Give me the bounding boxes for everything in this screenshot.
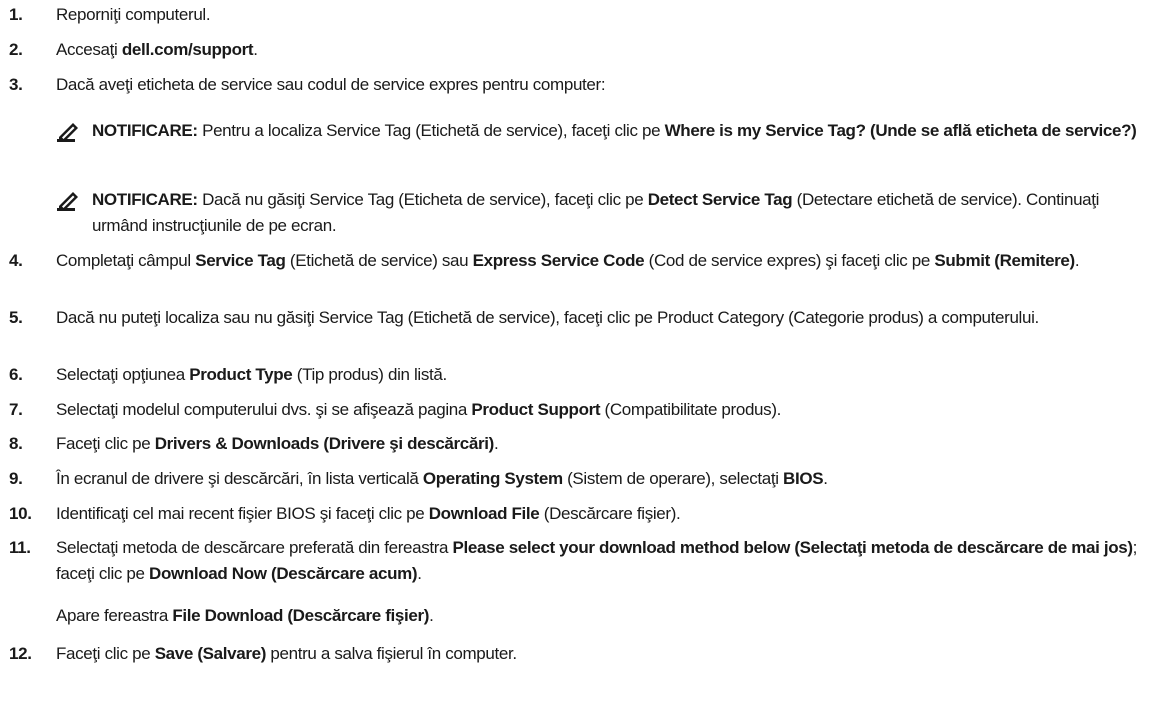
text-run: Faceţi clic pe [56, 434, 155, 453]
bold-text-run: Save (Salvare) [154, 644, 267, 663]
note-text: NOTIFICARE: Pentru a localiza Service Ta… [92, 118, 1156, 144]
step-text: Completaţi câmpul Service Tag (Etichetă … [56, 248, 1165, 274]
pencil-note-icon [57, 192, 78, 211]
text-run: Selectaţi opţiunea [56, 365, 190, 384]
bold-text-run: Express Service Code [472, 251, 645, 270]
text-run: Pentru a localiza Service Tag (Etichetă … [197, 121, 665, 140]
text-run: În ecranul de drivere şi descărcări, în … [56, 469, 423, 488]
note-text: NOTIFICARE: Dacă nu găsiţi Service Tag (… [92, 187, 1156, 239]
step-number: 9. [9, 469, 23, 488]
text-run: . [493, 434, 499, 453]
text-run: (Tip produs) din listă. [292, 365, 447, 384]
step-text: În ecranul de drivere şi descărcări, în … [56, 466, 1165, 492]
bold-text-run: Detect Service Tag [647, 190, 793, 209]
text-run: Completaţi câmpul [56, 251, 196, 270]
text-run: Dacă nu găsiţi Service Tag (Eticheta de … [197, 190, 648, 209]
text-run: . [429, 606, 434, 625]
step-number: 5. [9, 308, 23, 327]
text-run: Dacă aveţi eticheta de service sau codul… [56, 75, 606, 94]
text-run: Identificaţi cel mai recent fişier BIOS … [56, 504, 429, 523]
bold-text-run: Product Support [471, 400, 601, 419]
step-text: Accesaţi dell.com/support. [56, 37, 1165, 63]
step-number: 8. [9, 434, 23, 453]
step-number: 11. [9, 538, 31, 557]
step-text: Selectaţi opţiunea Product Type (Tip pro… [56, 362, 1165, 388]
note-block: NOTIFICARE: Dacă nu găsiţi Service Tag (… [56, 187, 1156, 239]
text-run: Dacă nu puteţi localiza sau nu găsiţi Se… [56, 308, 1039, 327]
step-text: Faceţi clic pe Drivers & Downloads (Driv… [56, 431, 1165, 457]
step-number: 2. [9, 40, 23, 59]
text-run: (Cod de service expres) şi faceţi clic p… [644, 251, 935, 270]
step-text: Reporniţi computerul. [56, 2, 1165, 28]
bold-text-run: dell.com/support [121, 40, 254, 59]
bold-text-run: NOTIFICARE: [92, 190, 198, 209]
text-run: Selectaţi modelul computerului dvs. şi s… [56, 400, 472, 419]
instructions-page: 1. Reporniţi computerul. 2. Accesaţi del… [0, 0, 1170, 721]
step-text: Dacă nu puteţi localiza sau nu găsiţi Se… [56, 305, 1165, 331]
step-number: 4. [9, 251, 23, 270]
bold-text-run: Where is my Service Tag? (Unde se află e… [664, 121, 1137, 140]
bold-text-run: BIOS [783, 469, 824, 488]
text-run: . [417, 564, 422, 583]
step-number: 6. [9, 365, 23, 384]
text-run: . [253, 40, 258, 59]
step-followup-text: Apare fereastra File Download (Descărcar… [56, 603, 434, 629]
step-number: 12. [9, 644, 32, 663]
bold-text-run: Download File [428, 504, 540, 523]
text-run: pentru a salva fişierul în computer. [266, 644, 517, 663]
bold-text-run: Operating System [422, 469, 563, 488]
bold-text-run: File Download (Descărcare fişier) [172, 606, 430, 625]
step-number: 10. [9, 504, 32, 523]
step-text: Dacă aveţi eticheta de service sau codul… [56, 72, 1165, 98]
bold-text-run: Download Now (Descărcare acum) [149, 564, 418, 583]
step-text: Faceţi clic pe Save (Salvare) pentru a s… [56, 641, 1165, 667]
text-run: (Compatibilitate produs). [600, 400, 782, 419]
step-number: 7. [9, 400, 23, 419]
text-run: (Etichetă de service) sau [285, 251, 473, 270]
step-text: Selectaţi modelul computerului dvs. şi s… [56, 397, 1165, 423]
bold-text-run: Service Tag [195, 251, 286, 270]
bold-text-run: NOTIFICARE: [92, 121, 198, 140]
bold-text-run: Drivers & Downloads (Drivere şi descărcă… [154, 434, 495, 453]
bold-text-run: Please select your download method below… [452, 538, 1133, 557]
note-block: NOTIFICARE: Pentru a localiza Service Ta… [56, 118, 1156, 170]
text-run: (Descărcare fişier). [539, 504, 681, 523]
text-run: Accesaţi [56, 40, 122, 59]
bold-text-run: Submit (Remitere) [934, 251, 1075, 270]
text-run: Reporniţi computerul. [56, 5, 211, 24]
text-run: (Sistem de operare), selectaţi [562, 469, 784, 488]
step-text: Identificaţi cel mai recent fişier BIOS … [56, 501, 1165, 527]
text-run: Apare fereastra [56, 606, 173, 625]
step-number: 1. [9, 5, 23, 24]
step-text: Selectaţi metoda de descărcare preferată… [56, 535, 1165, 587]
bold-text-run: Product Type [189, 365, 293, 384]
step-number: 3. [9, 75, 23, 94]
text-run: Selectaţi metoda de descărcare preferată… [56, 538, 453, 557]
text-run: Faceţi clic pe [56, 644, 155, 663]
pencil-note-icon [57, 123, 78, 142]
text-run: . [1074, 251, 1080, 270]
text-run: . [823, 469, 828, 488]
